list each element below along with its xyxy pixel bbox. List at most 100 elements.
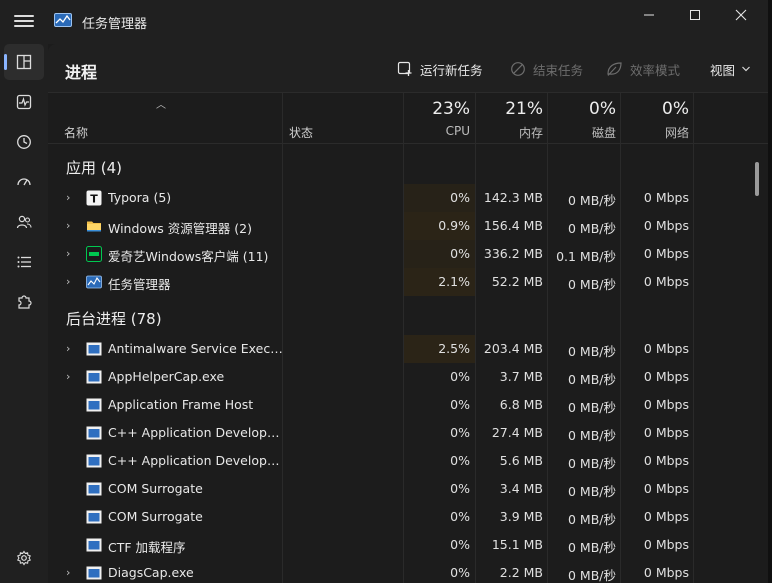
- process-icon: [86, 566, 102, 580]
- vertical-scrollbar-thumb[interactable]: [755, 162, 759, 196]
- users-icon: [16, 215, 32, 229]
- run-new-task-button[interactable]: 运行新任务: [397, 58, 483, 80]
- memory-value: 3.4 MB: [499, 481, 543, 496]
- process-name: AppHelperCap.exe: [108, 369, 225, 384]
- cpu-value: 0%: [450, 509, 470, 524]
- chevron-right-icon[interactable]: ›: [66, 566, 70, 579]
- efficiency-mode-label: 效率模式: [630, 62, 681, 78]
- process-name: COM Surrogate: [108, 481, 203, 496]
- network-value: 0 Mbps: [643, 565, 689, 580]
- nav-settings[interactable]: [4, 540, 44, 576]
- disk-total: 0%: [589, 99, 616, 119]
- cpu-value: 2.1%: [438, 274, 470, 289]
- group-title-background: 后台进程 (78): [66, 310, 162, 328]
- cpu-value: 2.5%: [438, 341, 470, 356]
- table-row[interactable]: COM Surrogate 0% 3.9 MB 0 MB/秒 0 Mbps: [48, 503, 758, 531]
- table-row[interactable]: C++ Application Development 0% 27.4 MB 0…: [48, 419, 758, 447]
- maximize-button[interactable]: [672, 0, 718, 30]
- column-header-disk[interactable]: 磁盘: [548, 124, 616, 141]
- column-header-network[interactable]: 网络: [621, 124, 689, 141]
- process-icon: [86, 538, 102, 552]
- hamburger-menu-icon[interactable]: [14, 12, 34, 32]
- chevron-right-icon[interactable]: ›: [66, 191, 70, 204]
- window-edge: [768, 0, 772, 583]
- process-icon: [86, 342, 102, 356]
- cpu-value: 0%: [450, 397, 470, 412]
- cpu-value: 0%: [450, 453, 470, 468]
- process-name: Antimalware Service Executable: [108, 341, 283, 356]
- nav-performance[interactable]: [4, 84, 44, 120]
- table-row[interactable]: C++ Application Development 0% 5.6 MB 0 …: [48, 447, 758, 475]
- disk-value: 0 MB/秒: [568, 512, 616, 527]
- network-value: 0 Mbps: [643, 425, 689, 440]
- cpu-value: 0%: [450, 369, 470, 384]
- column-header-memory[interactable]: 内存: [476, 124, 543, 141]
- maximize-icon: [690, 10, 700, 20]
- process-icon: [86, 454, 102, 468]
- run-new-task-label: 运行新任务: [420, 62, 483, 78]
- table-row[interactable]: Application Frame Host 0% 6.8 MB 0 MB/秒 …: [48, 391, 758, 419]
- disk-value: 0 MB/秒: [568, 484, 616, 499]
- folder-icon: [87, 221, 101, 232]
- table-row[interactable]: › 爱奇艺Windows客户端 (11) 0% 336.2 MB 0.1 MB/…: [48, 240, 758, 268]
- nav-startup-apps[interactable]: [4, 164, 44, 200]
- memory-value: 6.8 MB: [499, 397, 543, 412]
- network-value: 0 Mbps: [643, 246, 689, 261]
- minimize-button[interactable]: [626, 0, 672, 30]
- efficiency-mode-button[interactable]: 效率模式: [606, 58, 680, 80]
- close-icon: [735, 9, 747, 21]
- table-row[interactable]: › DiagsCap.exe 0% 2.2 MB 0 MB/秒 0 Mbps: [48, 559, 758, 583]
- column-header-cpu[interactable]: CPU: [404, 124, 470, 138]
- nav-details[interactable]: [4, 244, 44, 280]
- process-icon: [86, 370, 102, 384]
- table-row[interactable]: › Windows 资源管理器 (2) 0.9% 156.4 MB 0 MB/秒…: [48, 212, 758, 240]
- cpu-value: 0%: [450, 537, 470, 552]
- disk-value: 0 MB/秒: [568, 193, 616, 208]
- nav-processes[interactable]: [4, 44, 44, 80]
- iqiyi-icon: [86, 246, 102, 262]
- memory-value: 5.6 MB: [499, 453, 543, 468]
- table-row[interactable]: › T Typora (5) 0% 142.3 MB 0 MB/秒 0 Mbps: [48, 184, 758, 212]
- table-row[interactable]: › AppHelperCap.exe 0% 3.7 MB 0 MB/秒 0 Mb…: [48, 363, 758, 391]
- memory-value: 142.3 MB: [483, 190, 543, 205]
- network-value: 0 Mbps: [643, 481, 689, 496]
- typora-icon: T: [86, 190, 102, 206]
- process-name: C++ Application Development: [108, 425, 283, 440]
- cpu-value: 0%: [450, 246, 470, 261]
- nav-app-history[interactable]: [4, 124, 44, 160]
- minimize-icon: [644, 14, 654, 16]
- memory-value: 27.4 MB: [491, 425, 543, 440]
- memory-value: 52.2 MB: [491, 274, 543, 289]
- nav-users[interactable]: [4, 204, 44, 240]
- end-task-button[interactable]: 结束任务: [510, 58, 583, 80]
- close-button[interactable]: [718, 0, 764, 30]
- column-header-name[interactable]: 名称: [64, 124, 88, 141]
- network-value: 0 Mbps: [643, 397, 689, 412]
- disk-value: 0 MB/秒: [568, 277, 616, 292]
- network-value: 0 Mbps: [643, 453, 689, 468]
- chevron-right-icon[interactable]: ›: [66, 370, 70, 383]
- process-icon: [86, 398, 102, 412]
- network-value: 0 Mbps: [643, 509, 689, 524]
- table-row[interactable]: COM Surrogate 0% 3.4 MB 0 MB/秒 0 Mbps: [48, 475, 758, 503]
- chevron-right-icon[interactable]: ›: [66, 275, 70, 288]
- navigation-rail: [0, 44, 48, 583]
- view-dropdown[interactable]: 视图: [710, 58, 751, 80]
- settings-gear-icon: [17, 550, 31, 566]
- disk-value: 0 MB/秒: [568, 221, 616, 236]
- process-name: C++ Application Development: [108, 453, 283, 468]
- table-row[interactable]: CTF 加载程序 0% 15.1 MB 0 MB/秒 0 Mbps: [48, 531, 758, 559]
- memory-value: 203.4 MB: [483, 341, 543, 356]
- chevron-right-icon[interactable]: ›: [66, 219, 70, 232]
- window-title: 任务管理器: [82, 17, 148, 32]
- chevron-right-icon[interactable]: ›: [66, 247, 70, 260]
- table-row[interactable]: › Antimalware Service Executable 2.5% 20…: [48, 335, 758, 363]
- nav-services[interactable]: [4, 284, 44, 320]
- end-task-icon: [511, 62, 525, 76]
- table-row[interactable]: › 任务管理器 2.1% 52.2 MB 0 MB/秒 0 Mbps: [48, 268, 758, 296]
- process-name: Application Frame Host: [108, 397, 254, 412]
- chevron-right-icon[interactable]: ›: [66, 342, 70, 355]
- column-header-status[interactable]: 状态: [289, 124, 313, 141]
- memory-value: 3.7 MB: [499, 369, 543, 384]
- command-bar: 进程 运行新任务 结束任务 效率模式 视图: [48, 44, 768, 93]
